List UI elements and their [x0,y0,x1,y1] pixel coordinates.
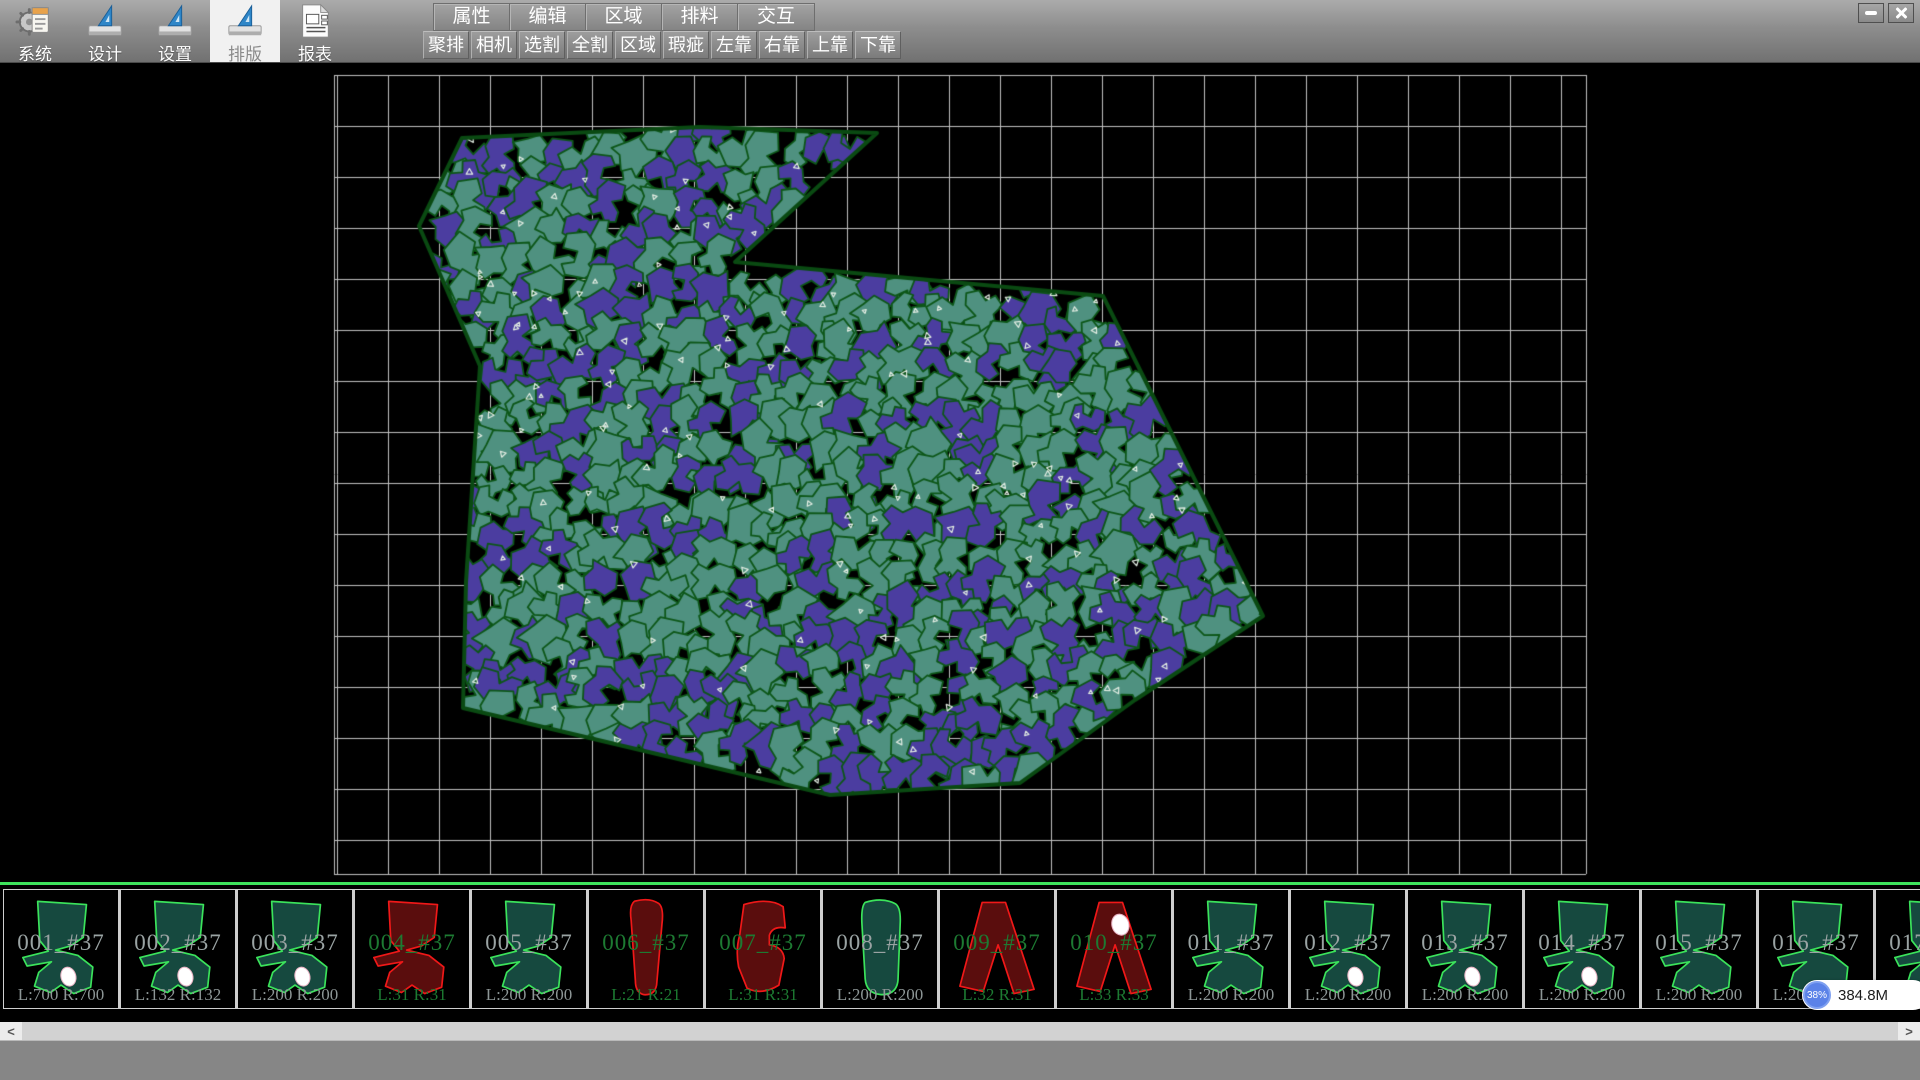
action-button-5[interactable]: 区域 [615,31,661,59]
part-label: 014_#37 [1525,930,1639,956]
module-button-label: 系统 [18,45,52,65]
part-tile-006_#37[interactable]: 006_#37 L:21 R:21 [588,889,705,1009]
module-icon-bar: 系统 设计 设置 排版 报表 [0,0,350,62]
memory-amount: 384.8M [1838,987,1888,1004]
part-tile-010_#37[interactable]: 010_#37 L:33 R:33 [1056,889,1173,1009]
action-button-4[interactable]: 全割 [567,31,613,59]
module-button-label: 报表 [298,45,332,65]
part-lr-count: L:200 R:200 [1642,985,1756,1005]
status-bar [0,1040,1920,1080]
part-label: 005_#37 [472,930,586,956]
close-icon [1894,6,1908,20]
part-lr-count: L:200 R:200 [472,985,586,1005]
minimize-icon [1865,11,1877,15]
part-lr-count: L:31 R:31 [355,985,469,1005]
part-lr-count: L:21 R:21 [589,985,703,1005]
part-tile-012_#37[interactable]: 012_#37 L:200 R:200 [1290,889,1407,1009]
part-tile-008_#37[interactable]: 008_#37 L:200 R:200 [822,889,939,1009]
part-lr-count: L:33 R:33 [1057,985,1171,1005]
action-button-2[interactable]: 相机 [471,31,517,59]
minimize-button[interactable] [1858,3,1884,23]
action-button-10[interactable]: 下靠 [855,31,901,59]
part-tile-005_#37[interactable]: 005_#37 L:200 R:200 [471,889,588,1009]
part-lr-count: L:700 R:700 [4,985,118,1005]
part-label: 006_#37 [589,930,703,956]
module-button-label: 排版 [228,45,262,65]
module-button-label: 设计 [88,45,122,65]
ruler-icon [225,2,265,45]
part-tile-009_#37[interactable]: 009_#37 L:32 R:31 [939,889,1056,1009]
menu-tab-3[interactable]: 区域 [586,4,662,30]
part-lr-count: L:200 R:200 [1174,985,1288,1005]
module-button-4[interactable]: 排版 [210,0,280,62]
part-tile-014_#37[interactable]: 014_#37 L:200 R:200 [1524,889,1641,1009]
part-label: 015_#37 [1642,930,1756,956]
part-label: 001_#37 [4,930,118,956]
action-button-6[interactable]: 瑕疵 [663,31,709,59]
parts-list: 001_#37L:700 R:700002_#37L:132 R:132003_… [3,889,1920,1009]
module-button-2[interactable]: 设计 [70,0,140,62]
module-button-1[interactable]: 系统 [0,0,70,62]
part-tile-002_#37[interactable]: 002_#37 L:132 R:132 [120,889,237,1009]
part-lr-count: L:200 R:200 [1525,985,1639,1005]
menu-tab-5[interactable]: 交互 [738,4,814,30]
part-lr-count: L:200 R:200 [823,985,937,1005]
part-label: 012_#37 [1291,930,1405,956]
action-button-3[interactable]: 选割 [519,31,565,59]
action-button-7[interactable]: 左靠 [711,31,757,59]
application-window: 系统设计设置排版报表 属性编辑区域排料交互 聚排相机选割全割区域瑕疵左靠右靠上靠… [0,0,1920,1080]
part-label: 011_#37 [1174,930,1288,956]
part-label: 017_#37 [1876,930,1920,956]
part-lr-count: L:200 R:200 [1291,985,1405,1005]
ruler-icon [155,2,195,45]
part-label: 016_#37 [1759,930,1873,956]
part-label: 007_#37 [706,930,820,956]
window-controls [1858,3,1914,23]
menu-tab-4[interactable]: 排料 [662,4,738,30]
part-tile-015_#37[interactable]: 015_#37 L:200 R:200 [1641,889,1758,1009]
part-label: 010_#37 [1057,930,1171,956]
parts-panel: 001_#37L:700 R:700002_#37L:132 R:132003_… [0,882,1920,1010]
part-tile-004_#37[interactable]: 004_#37 L:31 R:31 [354,889,471,1009]
part-lr-count: L:200 R:200 [1408,985,1522,1005]
scroll-left-button[interactable]: < [0,1022,22,1040]
part-label: 009_#37 [940,930,1054,956]
part-lr-count: L:32 R:31 [940,985,1054,1005]
part-tile-011_#37[interactable]: 011_#37 L:200 R:200 [1173,889,1290,1009]
action-button-9[interactable]: 上靠 [807,31,853,59]
horizontal-scrollbar[interactable]: < > [0,1022,1920,1040]
part-lr-count: L:31 R:31 [706,985,820,1005]
report-icon [295,2,335,45]
part-label: 004_#37 [355,930,469,956]
menu-tab-2[interactable]: 编辑 [510,4,586,30]
close-button[interactable] [1888,3,1914,23]
part-lr-count: L:200 R:200 [238,985,352,1005]
memory-overlay[interactable]: 38% 384.8M [1802,980,1920,1010]
part-tile-007_#37[interactable]: 007_#37 L:31 R:31 [705,889,822,1009]
action-button-8[interactable]: 右靠 [759,31,805,59]
part-label: 008_#37 [823,930,937,956]
part-label: 002_#37 [121,930,235,956]
module-button-3[interactable]: 设置 [140,0,210,62]
memory-percent-badge: 38% [1803,981,1831,1009]
scroll-right-button[interactable]: > [1898,1022,1920,1040]
action-button-bar: 聚排相机选割全割区域瑕疵左靠右靠上靠下靠 [423,31,903,59]
module-button-label: 设置 [158,45,192,65]
part-tile-013_#37[interactable]: 013_#37 L:200 R:200 [1407,889,1524,1009]
menu-tab-1[interactable]: 属性 [434,4,510,30]
ruler-icon [85,2,125,45]
system-icon [15,2,55,45]
part-lr-count: L:132 R:132 [121,985,235,1005]
part-label: 003_#37 [238,930,352,956]
nesting-canvas[interactable] [0,62,1920,1010]
action-button-1[interactable]: 聚排 [423,31,469,59]
part-label: 013_#37 [1408,930,1522,956]
menu-tab-strip: 属性编辑区域排料交互 [433,3,815,31]
part-tile-001_#37[interactable]: 001_#37 L:700 R:700 [3,889,120,1009]
toolbar: 系统设计设置排版报表 属性编辑区域排料交互 聚排相机选割全割区域瑕疵左靠右靠上靠… [0,0,1920,63]
part-tile-003_#37[interactable]: 003_#37 L:200 R:200 [237,889,354,1009]
module-button-5[interactable]: 报表 [280,0,350,62]
